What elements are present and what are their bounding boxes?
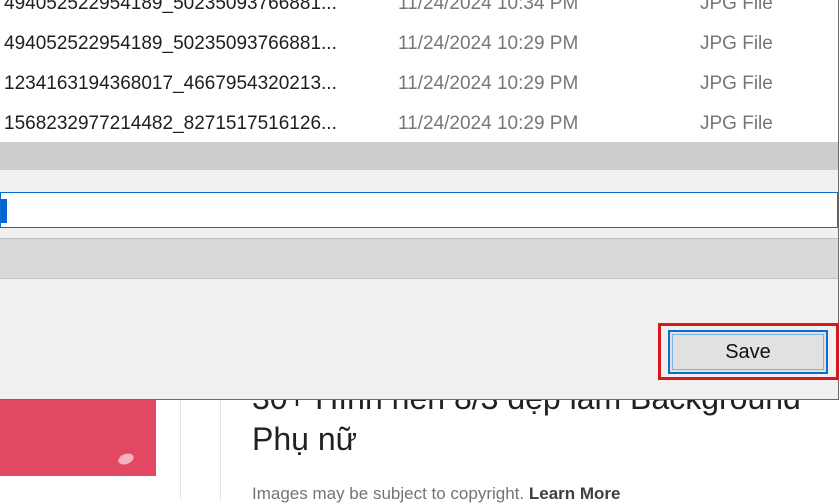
save-as-type-dropdown[interactable]: [0, 238, 838, 279]
file-list[interactable]: 494052522954189_50235093766881... 11/24/…: [0, 0, 838, 142]
filename-field[interactable]: [0, 192, 838, 228]
file-date: 11/24/2024 10:29 PM: [398, 113, 579, 134]
copyright-notice: Images may be subject to copyright. Lear…: [252, 484, 621, 504]
file-name: 494052522954189_50235093766881...: [4, 33, 337, 54]
file-type: JPG File: [700, 73, 773, 94]
file-type: JPG File: [700, 33, 773, 54]
file-row[interactable]: 1568232977214482_8271517516126... 11/24/…: [0, 104, 838, 144]
divider: [220, 396, 221, 500]
result-image-thumbnail[interactable]: [0, 396, 156, 476]
save-as-dialog: 494052522954189_50235093766881... 11/24/…: [0, 0, 839, 400]
text-selection-highlight: [1, 199, 7, 223]
save-button-label: Save: [725, 340, 771, 363]
filename-input[interactable]: [11, 197, 815, 225]
file-name: 1234163194368017_4667954320213...: [4, 73, 337, 94]
file-row[interactable]: 1234163194368017_4667954320213... 11/24/…: [0, 64, 838, 104]
file-date: 11/24/2024 10:29 PM: [398, 73, 579, 94]
file-row[interactable]: 494052522954189_50235093766881... 11/24/…: [0, 0, 838, 24]
file-name: 494052522954189_50235093766881...: [4, 0, 337, 14]
file-type: JPG File: [700, 0, 773, 14]
file-date: 11/24/2024 10:29 PM: [398, 33, 579, 54]
file-type: JPG File: [700, 113, 773, 134]
file-name: 1568232977214482_8271517516126...: [4, 113, 337, 134]
save-button[interactable]: Save: [668, 330, 828, 374]
copyright-text: Images may be subject to copyright.: [252, 484, 525, 503]
result-title-line2[interactable]: Phụ nữ: [252, 419, 840, 460]
horizontal-scrollbar[interactable]: [0, 142, 838, 170]
file-row[interactable]: 494052522954189_50235093766881... 11/24/…: [0, 24, 838, 64]
file-date: 11/24/2024 10:34 PM: [398, 0, 579, 14]
petal-decoration: [116, 451, 136, 467]
learn-more-link[interactable]: Learn More: [529, 484, 621, 503]
